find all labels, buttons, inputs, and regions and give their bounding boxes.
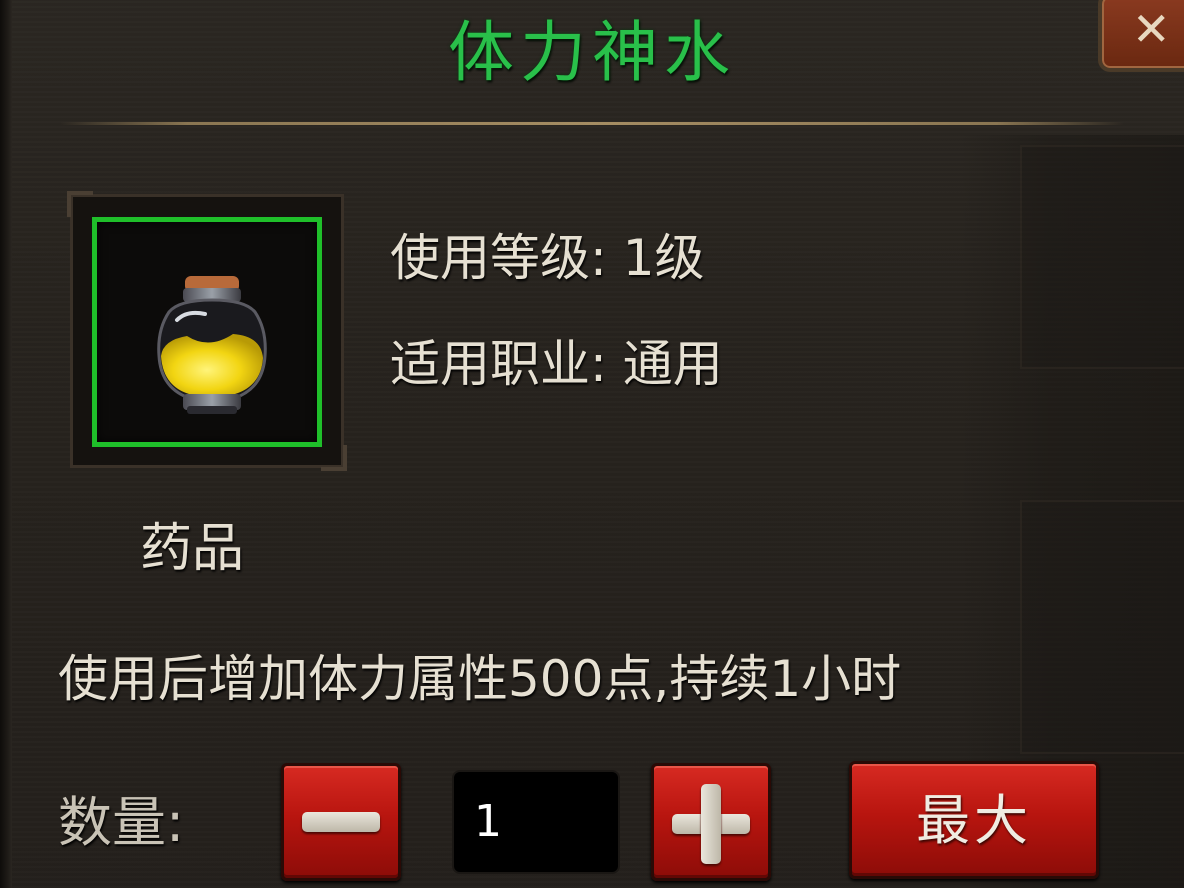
applicable-class-text: 适用职业: 通用 xyxy=(390,335,723,393)
decrease-quantity-button[interactable] xyxy=(281,763,401,881)
item-icon-slot xyxy=(92,217,322,447)
increase-quantity-button[interactable] xyxy=(651,763,771,881)
minus-icon xyxy=(302,812,380,832)
max-button-label: 最大 xyxy=(916,789,1032,852)
quantity-input[interactable]: 1 xyxy=(452,770,620,874)
item-category-label: 药品 xyxy=(140,519,245,579)
title-divider xyxy=(60,122,1124,125)
close-icon: ✕ xyxy=(1132,2,1171,56)
item-description: 使用后增加体力属性500点,持续1小时 xyxy=(58,650,902,708)
yellow-potion-icon xyxy=(157,276,267,414)
item-detail-panel: 体力神水 ✕ 使用等级: 1级 适用职业: 通用 药品 使用后增加体力属性500… xyxy=(0,0,1184,888)
max-quantity-button[interactable]: 最大 xyxy=(849,761,1099,879)
panel-left-edge xyxy=(0,0,12,888)
background-item-slot xyxy=(1020,500,1184,754)
background-item-slot xyxy=(1020,145,1184,369)
use-level-text: 使用等级: 1级 xyxy=(390,229,705,287)
close-button[interactable]: ✕ xyxy=(1098,0,1184,72)
quantity-label: 数量: xyxy=(58,791,185,854)
item-name-title: 体力神水 xyxy=(448,14,736,91)
